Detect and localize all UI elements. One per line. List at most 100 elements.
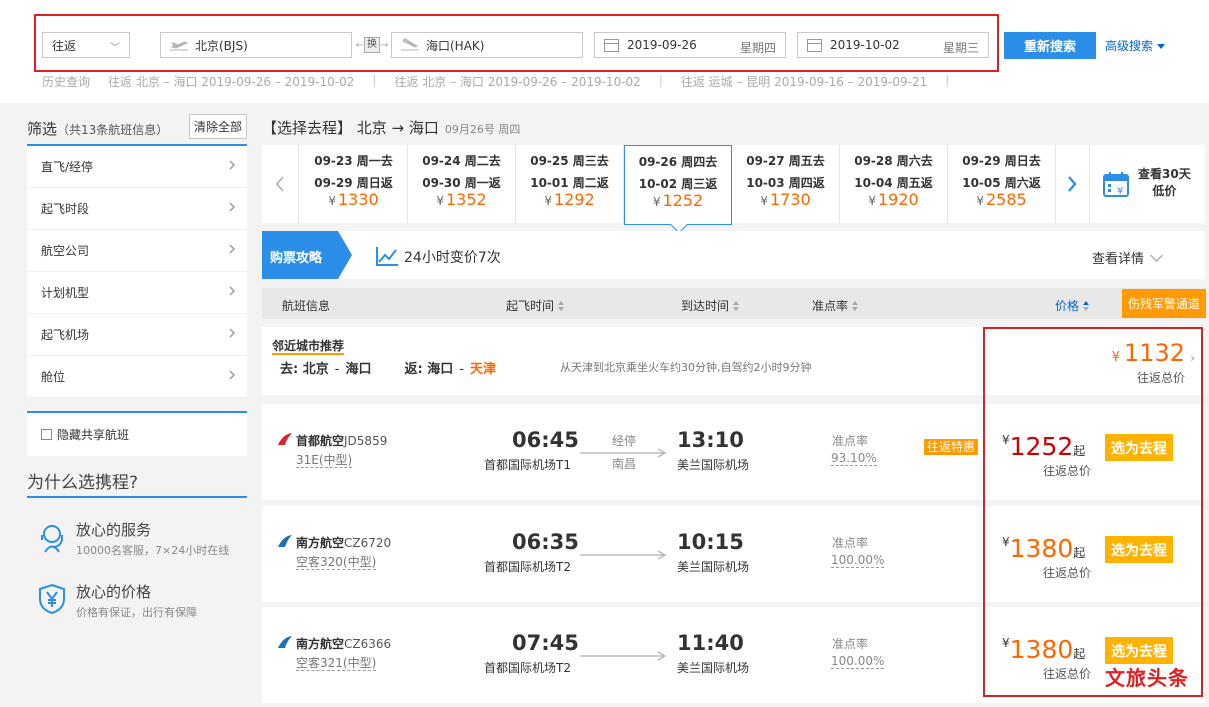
plane-type[interactable]: 31E(中型) xyxy=(296,453,353,468)
why-ctrip-title: 为什么选携程? xyxy=(27,473,139,493)
view-30-days-button[interactable]: ¥ 查看30天 低价 xyxy=(1090,145,1205,223)
filter-item-direct[interactable]: 直飞/经停 xyxy=(27,146,247,188)
view-details-link[interactable]: 查看详情 xyxy=(1092,248,1163,267)
sort-asc-icon xyxy=(1083,301,1090,311)
military-channel-button[interactable]: 伤残军警通道 xyxy=(1122,289,1206,318)
date-cell[interactable]: 09-29 周日去 10-05 周六返 ¥2585 xyxy=(948,145,1056,223)
depart-weekday: 星期四 xyxy=(739,41,776,55)
divider xyxy=(27,496,247,498)
ontime-rate[interactable]: 100.00% xyxy=(831,553,885,568)
col-price-sort[interactable]: 价格 xyxy=(1055,297,1090,314)
filter-item-airport[interactable]: 起飞机场 xyxy=(27,314,247,356)
nearby-title: 邻近城市推荐 xyxy=(272,339,345,355)
filter-count: （共13条航班信息） xyxy=(57,123,169,137)
clear-all-button[interactable]: 清除全部 xyxy=(189,114,247,139)
airline-logo-icon xyxy=(278,535,292,547)
date-price: ¥2585 xyxy=(948,190,1055,209)
airline-name: 南方航空CZ6366 xyxy=(296,635,391,652)
date-price: ¥1330 xyxy=(300,190,407,209)
date-cell[interactable]: 09-27 周五去 10-03 周四返 ¥1730 xyxy=(732,145,840,223)
col-arrive-sort[interactable]: 到达时间 xyxy=(681,297,740,314)
filter-item-cabin[interactable]: 舱位 xyxy=(27,356,247,398)
date-cell[interactable]: 09-25 周三去 10-01 周二返 ¥1292 xyxy=(516,145,624,223)
divider: | xyxy=(372,73,377,87)
search-button[interactable]: 重新搜索 xyxy=(1004,32,1096,59)
swap-cities-button[interactable]: ← 换 → xyxy=(355,36,389,54)
return-date-value: 2019-10-02 xyxy=(830,38,900,52)
chevron-left-icon xyxy=(275,176,284,192)
col-depart-sort[interactable]: 起飞时间 xyxy=(506,297,565,314)
date-cell[interactable]: 09-28 周六去 10-04 周五返 ¥1920 xyxy=(840,145,948,223)
next-dates-button[interactable] xyxy=(1054,145,1090,223)
calendar-icon xyxy=(604,39,619,52)
flight-column-header: 航班信息 起飞时间 到达时间 准点率 价格 伤残军警通道 xyxy=(262,288,1206,319)
from-city-input[interactable]: 北京(BJS) xyxy=(160,32,352,58)
filter-item-aircraft[interactable]: 计划机型 xyxy=(27,272,247,314)
landing-plane-icon xyxy=(401,38,419,51)
caret-down-icon xyxy=(1157,44,1166,49)
highlight-box-prices xyxy=(983,327,1203,697)
filter-item-depart-time[interactable]: 起飞时段 xyxy=(27,188,247,230)
ontime-label: 准点率 xyxy=(832,434,869,448)
date-cell[interactable]: 09-26 周四去 10-02 周三返 ¥1252 xyxy=(624,145,732,225)
chevron-right-icon xyxy=(1067,176,1077,192)
airline-label: 南方航空 xyxy=(296,637,345,651)
plane-type[interactable]: 空客320(中型) xyxy=(296,555,377,570)
divider: | xyxy=(658,73,663,87)
plane-type[interactable]: 空客321(中型) xyxy=(296,656,377,671)
col-ontime-sort[interactable]: 准点率 xyxy=(812,297,859,314)
date-cell[interactable]: 09-24 周二去 09-30 周一返 ¥1352 xyxy=(408,145,516,223)
watermark: 文旅头条 xyxy=(1105,666,1189,690)
filter-item-label: 直飞/经停 xyxy=(41,160,94,174)
arrive-airport: 美兰国际机场 xyxy=(677,560,750,574)
chevron-right-icon xyxy=(229,160,235,170)
to-city-input[interactable]: 海口(HAK) xyxy=(391,32,583,58)
filter-item-airline[interactable]: 航空公司 xyxy=(27,230,247,272)
ontime-label: 准点率 xyxy=(832,536,869,550)
hide-shared-flights-checkbox[interactable]: 隐藏共享航班 xyxy=(27,411,247,456)
headset-icon xyxy=(41,525,63,553)
price-change-text: 24小时变价7次 xyxy=(404,250,501,266)
history-item[interactable]: 往返 北京 – 海口 2019-09-26 – 2019-10-02 xyxy=(108,73,372,90)
return-label: 返: xyxy=(404,362,423,377)
ontime-rate[interactable]: 93.10% xyxy=(831,451,877,466)
chevron-down-icon: ﹀ xyxy=(110,43,120,54)
chevron-right-icon xyxy=(229,202,235,212)
depart-date-input[interactable]: 2019-09-26 星期四 xyxy=(594,32,786,58)
advanced-search-link[interactable]: 高级搜索 xyxy=(1105,37,1166,54)
prev-dates-button[interactable] xyxy=(262,145,299,223)
history-item[interactable]: 往返 运城 – 昆明 2019-09-16 – 2019-09-21 xyxy=(681,73,945,90)
filter-item-label: 航空公司 xyxy=(41,244,90,258)
takeoff-plane-icon xyxy=(170,41,189,51)
return-date-input[interactable]: 2019-10-02 星期三 xyxy=(797,32,989,58)
sort-icon xyxy=(733,301,740,311)
checkbox[interactable] xyxy=(41,429,52,440)
hide-shared-label: 隐藏共享航班 xyxy=(57,428,130,442)
depart-airport: 首都国际机场T2 xyxy=(484,560,571,574)
depart-airport: 首都国际机场T2 xyxy=(484,661,571,675)
depart-time: 06:45 xyxy=(512,428,579,452)
calendar-price-icon: ¥ xyxy=(1103,172,1129,197)
currency-symbol: ¥ xyxy=(544,194,552,208)
date-go: 09-26 周四去 xyxy=(638,155,718,169)
airline-logo-icon xyxy=(278,636,292,648)
arrive-time: 13:10 xyxy=(677,428,744,452)
nearby-note: 从天津到北京乘坐火车约30分钟,自驾约2小时9分钟 xyxy=(560,361,812,374)
promo-tag: 往返特惠 xyxy=(924,439,979,455)
stop-tag: 经停 xyxy=(612,434,637,448)
date-go: 09-27 周五去 xyxy=(746,154,825,168)
divider: | xyxy=(945,73,950,87)
airline-label: 首都航空 xyxy=(296,434,345,448)
trip-type-select[interactable]: 往返 ﹀ xyxy=(42,32,130,58)
flight-arrow-icon xyxy=(580,651,667,661)
svg-text:¥: ¥ xyxy=(1117,186,1123,197)
date-return: 10-02 周三返 xyxy=(638,177,718,191)
date-cell[interactable]: 09-23 周一去 09-29 周日返 ¥1330 xyxy=(300,145,408,223)
filter-title-wrap: 筛选（共13条航班信息） xyxy=(27,118,168,139)
date-go: 09-24 周二去 xyxy=(422,154,501,168)
flight-number: JD5859 xyxy=(344,434,388,448)
ontime-rate[interactable]: 100.00% xyxy=(831,654,885,669)
history-item[interactable]: 往返 北京 – 海口 2019-09-26 – 2019-10-02 xyxy=(394,73,658,90)
chevron-right-icon xyxy=(229,244,235,254)
filter-item-label: 起飞时段 xyxy=(41,202,90,216)
